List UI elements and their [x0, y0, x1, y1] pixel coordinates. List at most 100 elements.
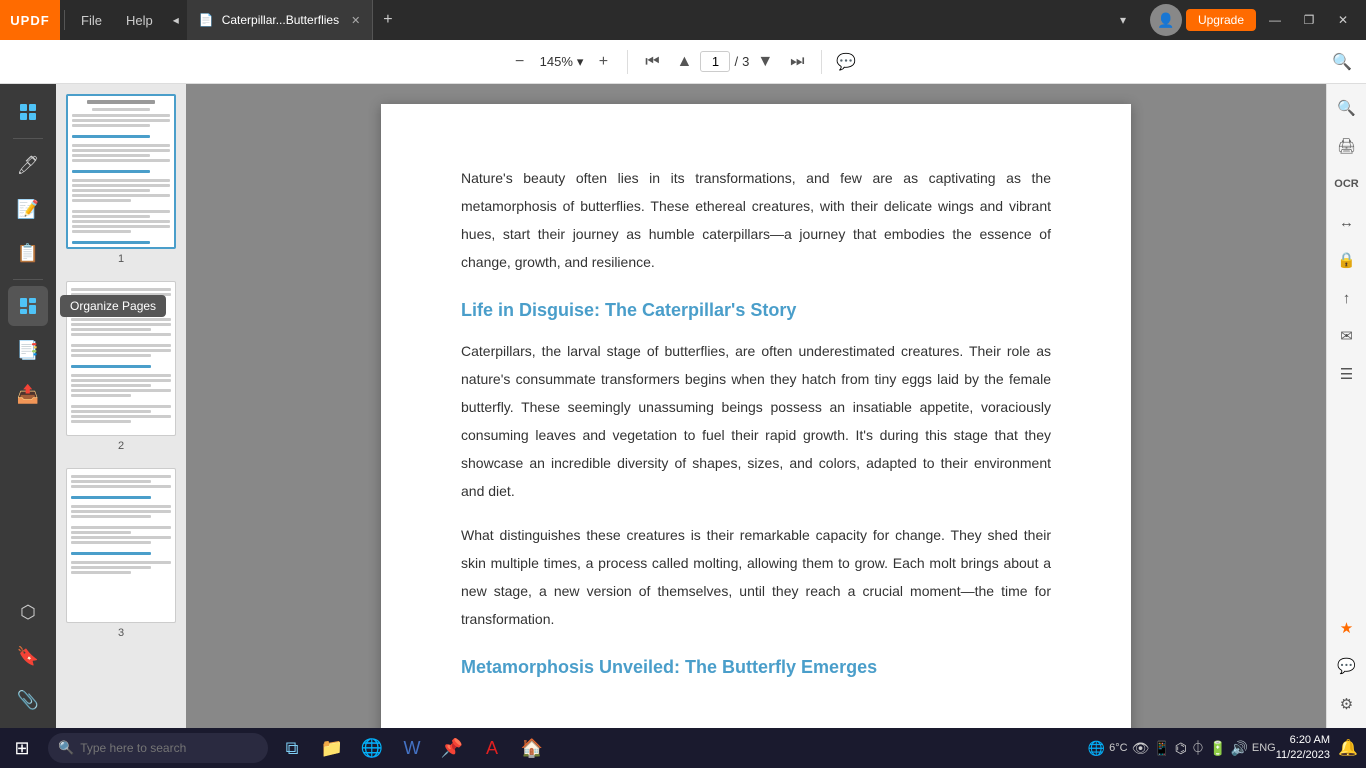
tray-sound-icon[interactable]: 🔊: [1230, 740, 1247, 757]
tab-arrow-left[interactable]: ◂: [165, 13, 187, 27]
page-number-input[interactable]: [700, 51, 730, 72]
start-button[interactable]: ⊞: [0, 728, 44, 768]
right-settings-icon[interactable]: ⚙: [1331, 688, 1363, 720]
title-bar: UPDF File Help ◂ 📄 Caterpillar...Butterf…: [0, 0, 1366, 40]
search-icon: 🔍: [58, 740, 74, 756]
right-share-icon[interactable]: ↑: [1331, 282, 1363, 314]
maximize-button[interactable]: ❐: [1294, 0, 1324, 40]
right-sidebar: 🔍 🖨 OCR ↔ 🔒 ↑ ✉ ☰ ★ 💬 ⚙: [1326, 84, 1366, 728]
prev-page-button[interactable]: ▲: [668, 46, 700, 78]
tab-title: Caterpillar...Butterflies: [222, 13, 339, 27]
sidebar-icon-organize[interactable]: Organize Pages: [8, 286, 48, 326]
last-page-button[interactable]: ⏭: [781, 46, 813, 78]
sidebar-icon-copy[interactable]: 📑: [8, 330, 48, 370]
sidebar-icon-grid[interactable]: [8, 92, 48, 132]
right-sign-icon[interactable]: ✉: [1331, 320, 1363, 352]
tray-lang: ENG: [1252, 742, 1276, 754]
titlebar-divider: [64, 10, 65, 30]
taskbar-acrobat[interactable]: A: [472, 728, 512, 768]
intro-paragraph: Nature's beauty often lies in its transf…: [461, 164, 1051, 276]
new-tab-button[interactable]: +: [373, 11, 402, 29]
sidebar-sep-1: [13, 138, 43, 139]
minimize-button[interactable]: —: [1260, 0, 1290, 40]
taskbar-taskview[interactable]: ⧉: [272, 728, 312, 768]
taskbar-edge[interactable]: 🌐: [352, 728, 392, 768]
tray-eye-icon[interactable]: 👁: [1132, 740, 1150, 757]
taskbar-search-input[interactable]: [80, 741, 240, 755]
toolbar-sep-2: [821, 50, 822, 74]
section1-heading: Life in Disguise: The Caterpillar's Stor…: [461, 300, 1051, 321]
taskbar-files[interactable]: 📁: [312, 728, 352, 768]
thumb-image-1: [66, 94, 176, 249]
upgrade-button[interactable]: Upgrade: [1186, 9, 1256, 31]
active-tab[interactable]: 📄 Caterpillar...Butterflies ✕: [187, 0, 374, 40]
right-redact-icon[interactable]: ☰: [1331, 358, 1363, 390]
taskbar-clock[interactable]: 6:20 AM 11/22/2023: [1276, 733, 1330, 764]
zoom-dropdown-icon[interactable]: ▾: [577, 54, 584, 70]
taskbar-time-display: 6:20 AM: [1290, 733, 1330, 748]
toolbar-right-group: 🔍: [1326, 46, 1358, 78]
right-ai-icon[interactable]: ★: [1331, 612, 1363, 644]
taskbar-sticky[interactable]: 📌: [432, 728, 472, 768]
zoom-out-button[interactable]: −: [504, 46, 536, 78]
tray-bluetooth-icon[interactable]: ⌬: [1175, 740, 1187, 757]
app-logo: UPDF: [0, 0, 60, 40]
sidebar-sep-2: [13, 279, 43, 280]
avatar: 👤: [1150, 4, 1182, 36]
tab-close-button[interactable]: ✕: [351, 14, 360, 27]
help-menu[interactable]: Help: [114, 0, 165, 40]
left-sidebar: 🖊 📝 📋 Organize Pages 📑 📤 ⬡ 🔖 📎: [0, 84, 56, 728]
taskbar-thumb[interactable]: 🏠: [512, 728, 552, 768]
page-separator: /: [734, 54, 738, 69]
thumbnail-3[interactable]: 3: [62, 468, 180, 639]
tray-temp: 6°C: [1109, 742, 1127, 754]
sidebar-icon-attachment[interactable]: 📎: [8, 680, 48, 720]
thumb-num-1: 1: [118, 253, 124, 265]
tab-list-button[interactable]: ▾: [1112, 13, 1134, 27]
pdf-page: Nature's beauty often lies in its transf…: [381, 104, 1131, 728]
sidebar-icon-stamp[interactable]: 🖊: [8, 145, 48, 185]
taskbar-search[interactable]: 🔍: [48, 733, 268, 763]
sidebar-icon-edit[interactable]: 📝: [8, 189, 48, 229]
section1-para2: What distinguishes these creatures is th…: [461, 521, 1051, 633]
right-print-icon[interactable]: 🖨: [1331, 130, 1363, 162]
tray-battery-icon[interactable]: 🔋: [1209, 740, 1226, 757]
next-page-button[interactable]: ▼: [749, 46, 781, 78]
file-menu[interactable]: File: [69, 0, 114, 40]
search-button[interactable]: 🔍: [1326, 46, 1358, 78]
thumb-num-3: 3: [118, 627, 124, 639]
toolbar: − 145% ▾ + ⏮ ▲ / 3 ▼ ⏭ 💬 🔍: [0, 40, 1366, 84]
page-total: 3: [742, 54, 749, 69]
page-navigator: / 3: [700, 51, 749, 72]
section1-para1: Caterpillars, the larval stage of butter…: [461, 337, 1051, 505]
section2-heading: Metamorphosis Unveiled: The Butterfly Em…: [461, 657, 1051, 678]
thumb-image-3: [66, 468, 176, 623]
right-convert-icon[interactable]: ↔: [1331, 206, 1363, 238]
zoom-in-button[interactable]: +: [587, 46, 619, 78]
close-button[interactable]: ✕: [1328, 0, 1358, 40]
sidebar-icon-extract[interactable]: 📤: [8, 374, 48, 414]
right-comment-icon[interactable]: 💬: [1331, 650, 1363, 682]
taskbar-word[interactable]: W: [392, 728, 432, 768]
zoom-display: 145% ▾: [536, 54, 588, 70]
tray-usb-icon[interactable]: ⏀: [1191, 738, 1205, 758]
right-ocr-icon[interactable]: OCR: [1331, 168, 1363, 200]
notification-button[interactable]: 🔔: [1330, 728, 1366, 768]
titlebar-right: ▾ 👤 Upgrade — ❐ ✕: [1112, 0, 1366, 40]
sidebar-bottom: ⬡ 🔖 📎: [8, 592, 48, 720]
sidebar-icon-bookmark[interactable]: 🔖: [8, 636, 48, 676]
right-protect-icon[interactable]: 🔒: [1331, 244, 1363, 276]
sidebar-icon-pages[interactable]: 📋: [8, 233, 48, 273]
tray-phone-icon[interactable]: 📱: [1153, 740, 1170, 757]
tray-icons: 🌐 6°C 👁 📱 ⌬ ⏀ 🔋 🔊 ENG: [1088, 738, 1276, 758]
right-search-icon[interactable]: 🔍: [1331, 92, 1363, 124]
first-page-button[interactable]: ⏮: [636, 46, 668, 78]
main-content-area[interactable]: Nature's beauty often lies in its transf…: [186, 84, 1326, 728]
thumbnail-panel: 1: [56, 84, 186, 728]
tray-network-icon[interactable]: 🌐: [1088, 740, 1105, 757]
thumbnail-1[interactable]: 1: [62, 94, 180, 265]
sidebar-icon-layers[interactable]: ⬡: [8, 592, 48, 632]
comment-button[interactable]: 💬: [830, 46, 862, 78]
organize-pages-tooltip: Organize Pages: [60, 295, 166, 317]
tab-icon: 📄: [199, 13, 214, 27]
